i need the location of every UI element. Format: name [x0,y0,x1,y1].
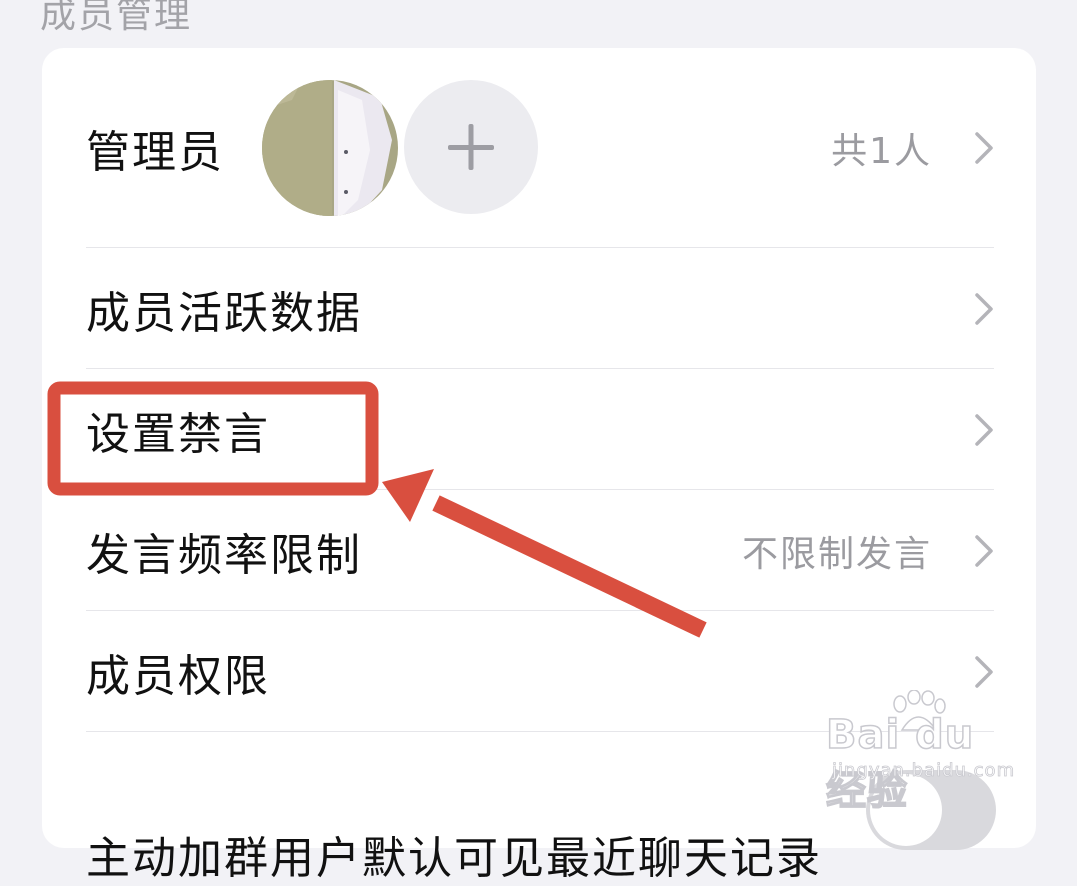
member-activity-row[interactable]: 成员活跃数据 [42,248,1036,369]
baidu-watermark: Bai du 经验 jingyan.baidu.com [825,690,1026,815]
chat-history-visibility-label: 主动加群用户默认可见最近聊天记录 [86,833,822,884]
mute-settings-row[interactable]: 设置禁言 [42,369,1036,490]
chevron-right-icon [975,534,993,567]
chevron-right-icon [975,132,993,164]
admin-avatar[interactable] [262,80,398,216]
chevron-right-icon [975,655,993,688]
message-frequency-row[interactable]: 发言频率限制 不限制发言 [42,490,1036,611]
add-admin-button[interactable] [404,80,538,214]
member-permissions-label: 成员权限 [86,650,270,702]
admin-count: 共1人 [831,131,932,172]
chevron-right-icon [975,413,993,446]
message-frequency-value: 不限制发言 [741,533,932,575]
avatar-image [262,80,398,216]
plus-icon [448,124,494,170]
message-frequency-label: 发言频率限制 [86,529,362,581]
admin-row[interactable]: 管理员 共1人 [42,48,1036,248]
section-title: 成员管理 [40,0,193,36]
admin-label: 管理员 [86,127,224,178]
member-activity-label: 成员活跃数据 [86,287,362,339]
watermark-url: jingyan.baidu.com [832,760,1016,782]
chevron-right-icon [975,292,993,325]
mute-settings-label: 设置禁言 [86,408,270,460]
